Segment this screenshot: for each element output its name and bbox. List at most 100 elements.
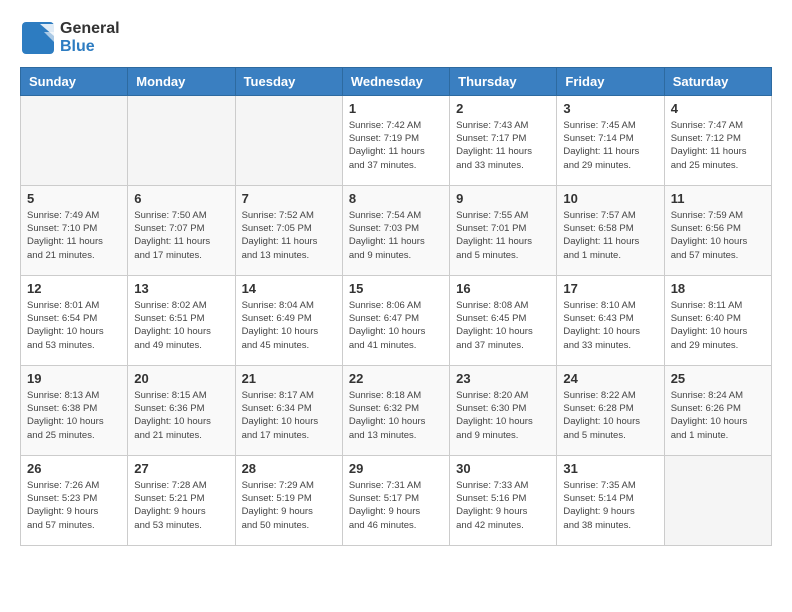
day-number: 15 (349, 281, 443, 296)
day-info: Sunrise: 7:49 AM Sunset: 7:10 PM Dayligh… (27, 209, 121, 262)
day-info: Sunrise: 7:47 AM Sunset: 7:12 PM Dayligh… (671, 119, 765, 172)
day-number: 16 (456, 281, 550, 296)
day-number: 20 (134, 371, 228, 386)
day-cell: 15 Sunrise: 8:06 AM Sunset: 6:47 PM Dayli… (342, 275, 449, 365)
day-info: Sunrise: 8:13 AM Sunset: 6:38 PM Dayligh… (27, 389, 121, 442)
logo-text: GeneralBlue (60, 20, 120, 57)
day-cell: 8Sunrise: 7:54 AM Sunset: 7:03 PM Daylig… (342, 185, 449, 275)
day-cell: 13 Sunrise: 8:02 AM Sunset: 6:51 PM Dayli… (128, 275, 235, 365)
day-number: 28 (242, 461, 336, 476)
day-info: Sunrise: 7:43 AM Sunset: 7:17 PM Dayligh… (456, 119, 550, 172)
day-number: 30 (456, 461, 550, 476)
day-cell: 20 Sunrise: 8:15 AM Sunset: 6:36 PM Dayli… (128, 365, 235, 455)
col-header-tuesday: Tuesday (235, 67, 342, 95)
day-number: 12 (27, 281, 121, 296)
day-number: 7 (242, 191, 336, 206)
day-number: 26 (27, 461, 121, 476)
day-cell: 26 Sunrise: 7:26 AM Sunset: 5:23 PM Dayli… (21, 455, 128, 545)
logo-svg (20, 20, 56, 56)
day-info: Sunrise: 8:20 AM Sunset: 6:30 PM Dayligh… (456, 389, 550, 442)
week-row-2: 5 Sunrise: 7:49 AM Sunset: 7:10 PM Daylig… (21, 185, 772, 275)
day-cell: 17Sunrise: 8:10 AM Sunset: 6:43 PM Dayli… (557, 275, 664, 365)
day-info: Sunrise: 7:31 AM Sunset: 5:17 PM Dayligh… (349, 479, 443, 532)
col-header-wednesday: Wednesday (342, 67, 449, 95)
page-header: GeneralBlue (20, 20, 772, 57)
day-number: 18 (671, 281, 765, 296)
calendar-table: SundayMondayTuesdayWednesdayThursdayFrid… (20, 67, 772, 546)
day-cell: 29 Sunrise: 7:31 AM Sunset: 5:17 PM Dayli… (342, 455, 449, 545)
day-cell: 30Sunrise: 7:33 AM Sunset: 5:16 PM Dayli… (450, 455, 557, 545)
day-info: Sunrise: 8:08 AM Sunset: 6:45 PM Dayligh… (456, 299, 550, 352)
day-number: 24 (563, 371, 657, 386)
day-info: Sunrise: 8:04 AM Sunset: 6:49 PM Dayligh… (242, 299, 336, 352)
day-cell: 2 Sunrise: 7:43 AM Sunset: 7:17 PM Daylig… (450, 95, 557, 185)
day-cell: 1 Sunrise: 7:42 AM Sunset: 7:19 PM Daylig… (342, 95, 449, 185)
day-cell (128, 95, 235, 185)
day-cell: 10 Sunrise: 7:57 AM Sunset: 6:58 PM Dayli… (557, 185, 664, 275)
day-cell: 5 Sunrise: 7:49 AM Sunset: 7:10 PM Daylig… (21, 185, 128, 275)
day-cell: 3 Sunrise: 7:45 AM Sunset: 7:14 PM Daylig… (557, 95, 664, 185)
header-row: SundayMondayTuesdayWednesdayThursdayFrid… (21, 67, 772, 95)
col-header-sunday: Sunday (21, 67, 128, 95)
day-number: 11 (671, 191, 765, 206)
day-cell: 28 Sunrise: 7:29 AM Sunset: 5:19 PM Dayli… (235, 455, 342, 545)
day-cell: 9Sunrise: 7:55 AM Sunset: 7:01 PM Daylig… (450, 185, 557, 275)
day-info: Sunrise: 8:15 AM Sunset: 6:36 PM Dayligh… (134, 389, 228, 442)
day-number: 17 (563, 281, 657, 296)
day-cell: 31 Sunrise: 7:35 AM Sunset: 5:14 PM Dayli… (557, 455, 664, 545)
day-number: 6 (134, 191, 228, 206)
day-number: 8 (349, 191, 443, 206)
day-number: 4 (671, 101, 765, 116)
day-number: 10 (563, 191, 657, 206)
day-info: Sunrise: 7:45 AM Sunset: 7:14 PM Dayligh… (563, 119, 657, 172)
day-cell: 19 Sunrise: 8:13 AM Sunset: 6:38 PM Dayli… (21, 365, 128, 455)
day-number: 21 (242, 371, 336, 386)
day-cell: 21 Sunrise: 8:17 AM Sunset: 6:34 PM Dayli… (235, 365, 342, 455)
day-info: Sunrise: 7:52 AM Sunset: 7:05 PM Dayligh… (242, 209, 336, 262)
day-cell: 18 Sunrise: 8:11 AM Sunset: 6:40 PM Dayli… (664, 275, 771, 365)
col-header-monday: Monday (128, 67, 235, 95)
day-info: Sunrise: 7:59 AM Sunset: 6:56 PM Dayligh… (671, 209, 765, 262)
day-number: 27 (134, 461, 228, 476)
col-header-saturday: Saturday (664, 67, 771, 95)
day-info: Sunrise: 8:24 AM Sunset: 6:26 PM Dayligh… (671, 389, 765, 442)
day-info: Sunrise: 8:11 AM Sunset: 6:40 PM Dayligh… (671, 299, 765, 352)
day-info: Sunrise: 7:29 AM Sunset: 5:19 PM Dayligh… (242, 479, 336, 532)
day-info: Sunrise: 7:42 AM Sunset: 7:19 PM Dayligh… (349, 119, 443, 172)
day-number: 5 (27, 191, 121, 206)
day-cell (235, 95, 342, 185)
day-info: Sunrise: 8:22 AM Sunset: 6:28 PM Dayligh… (563, 389, 657, 442)
col-header-thursday: Thursday (450, 67, 557, 95)
day-cell: 7 Sunrise: 7:52 AM Sunset: 7:05 PM Daylig… (235, 185, 342, 275)
day-info: Sunrise: 8:17 AM Sunset: 6:34 PM Dayligh… (242, 389, 336, 442)
day-info: Sunrise: 8:02 AM Sunset: 6:51 PM Dayligh… (134, 299, 228, 352)
day-info: Sunrise: 7:26 AM Sunset: 5:23 PM Dayligh… (27, 479, 121, 532)
day-info: Sunrise: 7:28 AM Sunset: 5:21 PM Dayligh… (134, 479, 228, 532)
day-cell: 11 Sunrise: 7:59 AM Sunset: 6:56 PM Dayli… (664, 185, 771, 275)
day-cell: 25Sunrise: 8:24 AM Sunset: 6:26 PM Dayli… (664, 365, 771, 455)
day-cell: 16 Sunrise: 8:08 AM Sunset: 6:45 PM Dayli… (450, 275, 557, 365)
day-number: 31 (563, 461, 657, 476)
day-info: Sunrise: 8:06 AM Sunset: 6:47 PM Dayligh… (349, 299, 443, 352)
day-info: Sunrise: 8:18 AM Sunset: 6:32 PM Dayligh… (349, 389, 443, 442)
day-number: 23 (456, 371, 550, 386)
day-info: Sunrise: 7:50 AM Sunset: 7:07 PM Dayligh… (134, 209, 228, 262)
day-number: 13 (134, 281, 228, 296)
day-cell: 6 Sunrise: 7:50 AM Sunset: 7:07 PM Daylig… (128, 185, 235, 275)
day-cell: 12 Sunrise: 8:01 AM Sunset: 6:54 PM Dayli… (21, 275, 128, 365)
day-cell: 22 Sunrise: 8:18 AM Sunset: 6:32 PM Dayli… (342, 365, 449, 455)
day-cell (21, 95, 128, 185)
day-info: Sunrise: 7:57 AM Sunset: 6:58 PM Dayligh… (563, 209, 657, 262)
day-number: 19 (27, 371, 121, 386)
col-header-friday: Friday (557, 67, 664, 95)
day-number: 29 (349, 461, 443, 476)
day-number: 1 (349, 101, 443, 116)
logo: GeneralBlue (20, 20, 120, 57)
day-number: 14 (242, 281, 336, 296)
day-info: Sunrise: 7:55 AM Sunset: 7:01 PM Dayligh… (456, 209, 550, 262)
day-number: 22 (349, 371, 443, 386)
day-info: Sunrise: 8:01 AM Sunset: 6:54 PM Dayligh… (27, 299, 121, 352)
day-number: 2 (456, 101, 550, 116)
day-info: Sunrise: 7:35 AM Sunset: 5:14 PM Dayligh… (563, 479, 657, 532)
day-number: 3 (563, 101, 657, 116)
